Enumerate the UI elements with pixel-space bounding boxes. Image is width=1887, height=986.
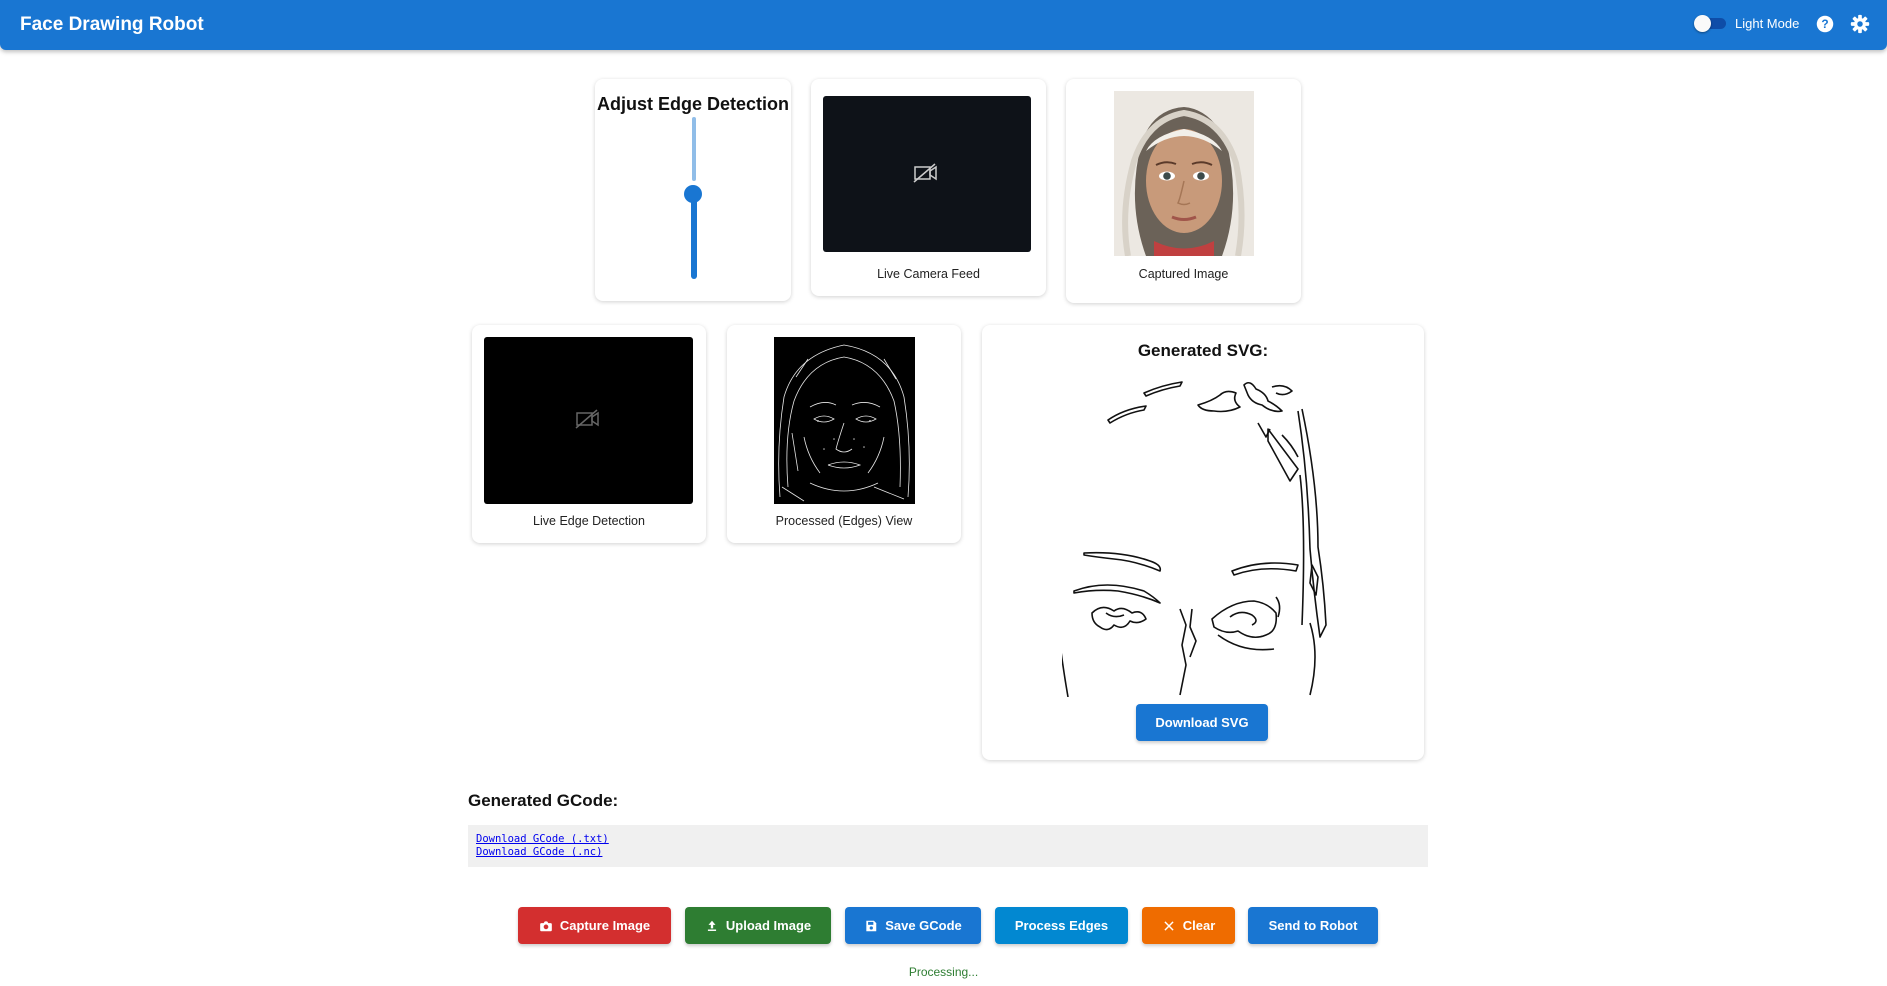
processed-edges-card: Processed (Edges) View <box>727 325 961 543</box>
camera-off-icon <box>575 409 599 429</box>
save-icon <box>866 920 877 931</box>
save-gcode-label: Save GCode <box>885 918 962 933</box>
toggle-thumb <box>1694 15 1711 32</box>
process-edges-label: Process Edges <box>1014 918 1109 933</box>
captured-image <box>1114 91 1254 256</box>
generated-svg-preview <box>1062 381 1327 697</box>
send-to-robot-button[interactable]: Send to Robot <box>1248 907 1378 944</box>
generated-svg-title: Generated SVG: <box>1137 341 1269 360</box>
settings-icon[interactable] <box>1849 13 1871 35</box>
live-edge-caption: Live Edge Detection <box>533 514 645 528</box>
camera-feed-caption: Live Camera Feed <box>877 267 980 281</box>
theme-mode-label: Light Mode <box>1735 16 1800 31</box>
theme-toggle[interactable] <box>1694 15 1726 32</box>
save-gcode-button[interactable]: Save GCode <box>845 907 981 944</box>
slider-track <box>691 191 697 279</box>
edge-detection-title: Adjust Edge Detection <box>596 94 789 114</box>
processed-edges-caption: Processed (Edges) View <box>775 514 913 528</box>
help-icon[interactable]: ? <box>1814 13 1836 35</box>
upload-icon <box>707 920 716 931</box>
generated-svg-card: Generated SVG: Download SVG <box>982 325 1424 760</box>
camera-feed-view <box>823 96 1031 252</box>
captured-image-caption: Captured Image <box>1138 267 1229 281</box>
gcode-output: Download GCode (.txt) Download GCode (.n… <box>468 825 1428 867</box>
process-edges-button[interactable]: Process Edges <box>995 907 1128 944</box>
app-bar: Face Drawing Robot Light Mode ? <box>0 0 1887 50</box>
slider-rail <box>692 117 696 181</box>
download-svg-button[interactable]: Download SVG <box>1136 704 1268 741</box>
capture-image-button[interactable]: Capture Image <box>518 907 671 944</box>
live-edge-card: Live Edge Detection <box>472 325 706 543</box>
camera-icon <box>540 920 552 931</box>
capture-image-label: Capture Image <box>559 918 651 933</box>
processed-edges-image <box>774 337 915 504</box>
captured-image-card: Captured Image <box>1066 79 1301 303</box>
upload-image-button[interactable]: Upload Image <box>685 907 831 944</box>
live-edge-view <box>484 337 693 504</box>
camera-feed-card: Live Camera Feed <box>811 79 1046 296</box>
edge-detection-card: Adjust Edge Detection <box>595 79 791 301</box>
download-gcode-txt-link[interactable]: Download GCode (.txt) <box>476 833 609 845</box>
slider-thumb[interactable] <box>684 185 702 203</box>
svg-text:?: ? <box>1821 17 1828 31</box>
send-to-robot-label: Send to Robot <box>1268 918 1358 933</box>
gcode-title: Generated GCode: <box>468 791 619 810</box>
close-icon <box>1164 920 1174 931</box>
download-gcode-nc-link[interactable]: Download GCode (.nc) <box>476 846 602 858</box>
status-message: Processing... <box>908 965 979 979</box>
upload-image-label: Upload Image <box>725 918 812 933</box>
camera-off-icon <box>913 163 937 183</box>
clear-button[interactable]: Clear <box>1142 907 1235 944</box>
app-title: Face Drawing Robot <box>20 14 204 35</box>
clear-label: Clear <box>1182 918 1216 933</box>
